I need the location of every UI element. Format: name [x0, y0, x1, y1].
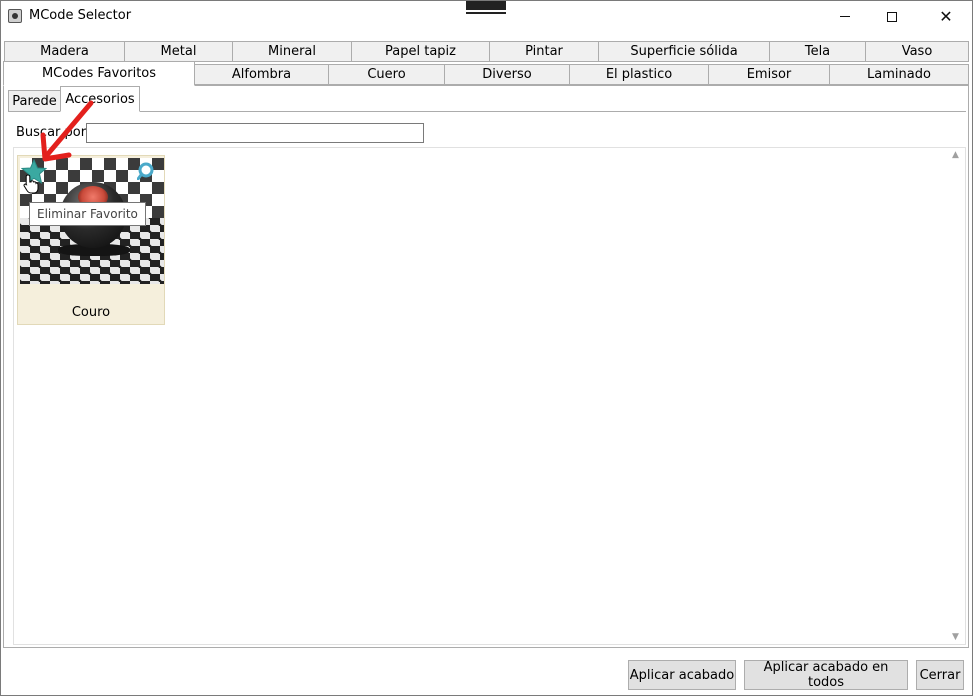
tab-label: Vaso — [901, 44, 933, 59]
tab-label: Alfombra — [231, 67, 292, 82]
apply-finish-all-button[interactable]: Aplicar acabado en todos — [744, 660, 908, 690]
maximize-icon — [887, 11, 897, 22]
close-window-button[interactable]: ✕ — [923, 1, 969, 32]
maximize-button[interactable] — [869, 1, 915, 32]
minimize-icon — [840, 16, 850, 17]
close-button[interactable]: Cerrar — [916, 660, 964, 690]
tab-label: El plastico — [605, 67, 673, 82]
tab-label: Madera — [40, 44, 89, 59]
tab-label: Emisor — [746, 67, 792, 82]
window-title: MCode Selector — [29, 8, 132, 23]
tab-label: Pintar — [525, 44, 563, 59]
tab-label: MCodes Favoritos — [41, 66, 157, 81]
remove-favorite-tooltip: Eliminar Favorito — [29, 202, 146, 226]
magnifier-icon[interactable] — [137, 162, 155, 180]
vertical-scrollbar[interactable]: ▲ ▼ — [949, 148, 965, 644]
tab-alfombra[interactable]: Alfombra — [194, 64, 329, 85]
mcode-selector-window: MCode Selector ✕ Madera Metal Mineral Pa… — [0, 0, 973, 696]
tab-cuero[interactable]: Cuero — [328, 64, 445, 85]
tab-label: Papel tapiz — [385, 44, 456, 59]
tab-tela[interactable]: Tela — [769, 41, 866, 62]
tab-label: Laminado — [867, 67, 931, 82]
tab-mineral[interactable]: Mineral — [232, 41, 352, 62]
scroll-up-icon[interactable]: ▲ — [952, 150, 959, 160]
tab-el-plastico[interactable]: El plastico — [569, 64, 709, 85]
scroll-down-icon[interactable]: ▼ — [952, 632, 959, 642]
tab-pintar[interactable]: Pintar — [489, 41, 599, 62]
close-icon: ✕ — [939, 6, 953, 26]
tab-label: Superficie sólida — [630, 44, 738, 59]
arrow-annotation-icon — [40, 100, 94, 162]
tab-emisor[interactable]: Emisor — [708, 64, 830, 85]
apply-finish-button[interactable]: Aplicar acabado — [628, 660, 736, 690]
search-input[interactable] — [86, 123, 424, 143]
tab-mcodes-favoritos[interactable]: MCodes Favoritos — [3, 61, 195, 86]
drag-grip[interactable] — [466, 1, 506, 12]
tab-label: Metal — [160, 44, 197, 59]
minimize-button[interactable] — [822, 1, 868, 32]
tab-madera[interactable]: Madera — [4, 41, 125, 62]
tab-vaso[interactable]: Vaso — [865, 41, 969, 62]
tab-label: Diverso — [482, 67, 532, 82]
tab-diverso[interactable]: Diverso — [444, 64, 570, 85]
tab-label: Cuero — [367, 67, 406, 82]
hand-cursor-icon — [23, 174, 39, 194]
material-name: Couro — [71, 305, 111, 320]
tab-papel-tapiz[interactable]: Papel tapiz — [351, 41, 490, 62]
app-icon — [8, 9, 22, 23]
tab-superficie-solida[interactable]: Superficie sólida — [598, 41, 770, 62]
tab-label: Tela — [804, 44, 831, 59]
title-bar: MCode Selector ✕ — [1, 1, 972, 32]
tab-metal[interactable]: Metal — [124, 41, 233, 62]
tab-laminado[interactable]: Laminado — [829, 64, 969, 85]
tab-label: Mineral — [268, 44, 316, 59]
